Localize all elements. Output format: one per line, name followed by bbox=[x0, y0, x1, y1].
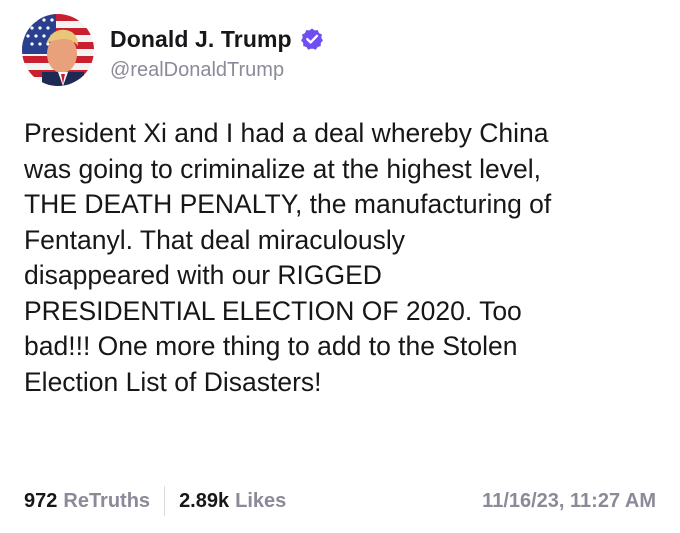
profile-photo-icon bbox=[22, 14, 94, 86]
likes-label: Likes bbox=[235, 489, 287, 512]
avatar[interactable] bbox=[22, 14, 94, 86]
post-timestamp[interactable]: 11/16/23, 11:27 AM bbox=[482, 490, 656, 513]
post-body-line: was going to criminalize at the highest … bbox=[24, 153, 542, 184]
author-display-name[interactable]: Donald J. Trump bbox=[110, 26, 292, 53]
post-body-line: disappeared with our RIGGED bbox=[24, 260, 382, 290]
post-body-line: President Xi and I had a deal whereby Ch… bbox=[24, 118, 549, 148]
post-body-line: Election List of Disasters! bbox=[24, 366, 322, 397]
retruths-stat[interactable]: 972 ReTruths bbox=[24, 490, 150, 513]
stats-divider bbox=[164, 486, 166, 516]
post-body-line: Fentanyl. That deal miraculously bbox=[24, 224, 406, 255]
retruths-count: 972 bbox=[24, 489, 58, 512]
post-body-line: bad!!! One more thing to add to the Stol… bbox=[24, 331, 518, 361]
post-body-line: PRESIDENTIAL ELECTION OF 2020. Too bbox=[24, 295, 522, 326]
truth-post: Donald J. Trump @realDonaldTrump Preside… bbox=[0, 0, 680, 533]
post-body-line: THE DEATH PENALTY, the manufacturing of bbox=[24, 189, 552, 219]
author-handle[interactable]: @realDonaldTrump bbox=[110, 59, 284, 82]
retruths-label: ReTruths bbox=[63, 489, 151, 512]
likes-count: 2.89k bbox=[179, 489, 230, 512]
verified-badge-icon bbox=[300, 27, 324, 51]
post-body: President Xi and I had a deal whereby Ch… bbox=[24, 116, 664, 400]
post-footer: 972 ReTruths 2.89k Likes 11/16/23, 11:27… bbox=[24, 484, 656, 518]
author-name-row: Donald J. Trump bbox=[110, 24, 324, 54]
likes-stat[interactable]: 2.89k Likes bbox=[179, 490, 286, 513]
